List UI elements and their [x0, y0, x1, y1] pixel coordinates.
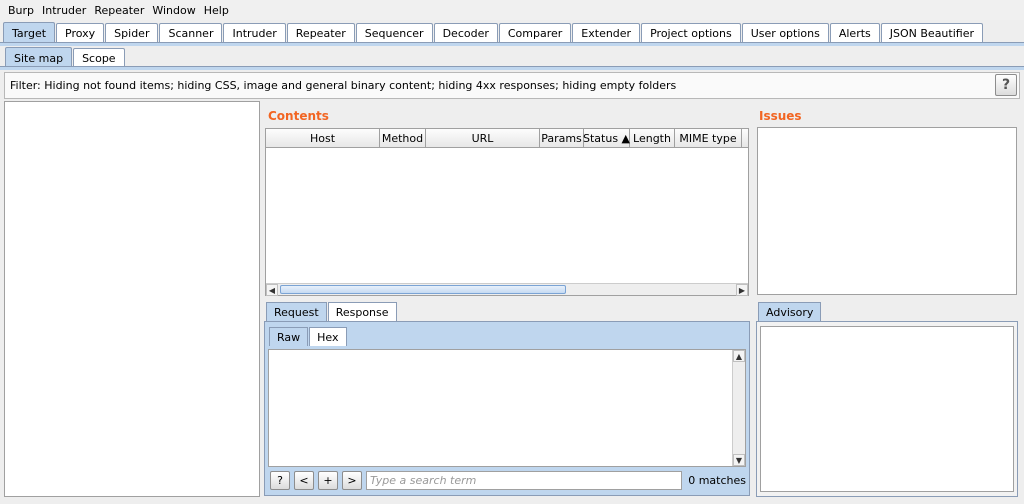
menu-repeater[interactable]: Repeater [90, 4, 148, 17]
issues-panel[interactable] [757, 127, 1017, 295]
col-host[interactable]: Host [266, 129, 380, 147]
message-text-area[interactable]: ▲ ▼ [268, 349, 746, 467]
horizontal-scrollbar[interactable]: ◀ ▶ [266, 283, 748, 296]
tab-json-beautifier[interactable]: JSON Beautifier [880, 23, 983, 43]
tab-advisory[interactable]: Advisory [758, 302, 822, 321]
tab-user-options[interactable]: User options [741, 23, 829, 43]
tab-site-map[interactable]: Site map [5, 47, 73, 68]
tab-project-options[interactable]: Project options [641, 23, 741, 43]
scroll-up-icon[interactable]: ▲ [733, 350, 745, 362]
scroll-right-icon[interactable]: ▶ [736, 284, 748, 296]
tab-sequencer[interactable]: Sequencer [355, 23, 433, 43]
scroll-left-icon[interactable]: ◀ [266, 284, 278, 296]
advisory-frame [756, 321, 1018, 497]
contents-title: Contents [268, 109, 329, 123]
tab-raw[interactable]: Raw [269, 327, 309, 346]
search-prev-button[interactable]: < [294, 471, 314, 490]
tab-comparer[interactable]: Comparer [498, 23, 572, 43]
tab-proxy[interactable]: Proxy [56, 23, 105, 43]
col-method[interactable]: Method [380, 129, 426, 147]
tab-target[interactable]: Target [3, 22, 56, 43]
col-length[interactable]: Length [630, 129, 675, 147]
scroll-down-icon[interactable]: ▼ [733, 454, 745, 466]
vertical-scrollbar[interactable]: ▲ ▼ [732, 350, 745, 466]
site-map-tree[interactable] [4, 101, 260, 497]
col-params[interactable]: Params [540, 129, 584, 147]
tab-alerts[interactable]: Alerts [829, 23, 880, 43]
reqresp-tab-bar: Request Response [266, 302, 398, 321]
filter-bar[interactable]: Filter: Hiding not found items; hiding C… [4, 72, 1020, 99]
search-help-button[interactable]: ? [270, 471, 290, 490]
tab-hex[interactable]: Hex [309, 327, 347, 346]
table-header: Host Method URL Params Status ▲ Length M… [266, 129, 748, 148]
sub-tab-bar: Site map Scope [5, 47, 126, 68]
menu-help[interactable]: Help [200, 4, 233, 17]
tab-intruder[interactable]: Intruder [223, 23, 286, 43]
menu-burp[interactable]: Burp [4, 4, 38, 17]
tab-extender[interactable]: Extender [572, 23, 641, 43]
tab-response[interactable]: Response [327, 302, 397, 321]
menu-intruder[interactable]: Intruder [38, 4, 90, 17]
col-mime-type[interactable]: MIME type [675, 129, 742, 147]
tab-scanner[interactable]: Scanner [159, 23, 223, 43]
search-next-button[interactable]: > [342, 471, 362, 490]
match-count: 0 matches [688, 474, 746, 487]
sub-tab-strip [0, 66, 1024, 70]
scroll-thumb[interactable] [280, 285, 566, 294]
filter-text: Filter: Hiding not found items; hiding C… [10, 79, 677, 92]
tab-repeater[interactable]: Repeater [286, 23, 355, 43]
main-tab-strip [0, 42, 1024, 46]
col-url[interactable]: URL [426, 129, 540, 147]
advisory-tab-bar: Advisory [758, 302, 822, 321]
view-tab-bar: Raw Hex [269, 327, 348, 346]
contents-table[interactable]: Host Method URL Params Status ▲ Length M… [265, 128, 749, 296]
menu-bar: Burp Intruder Repeater Window Help [0, 0, 1024, 20]
col-status[interactable]: Status ▲ [583, 129, 630, 147]
search-options-button[interactable]: + [318, 471, 338, 490]
tab-scope[interactable]: Scope [73, 48, 125, 68]
tab-spider[interactable]: Spider [105, 23, 159, 43]
tab-decoder[interactable]: Decoder [433, 23, 498, 43]
main-tab-bar: Target Proxy Spider Scanner Intruder Rep… [3, 22, 984, 43]
issues-title: Issues [759, 109, 802, 123]
search-input[interactable]: Type a search term [366, 471, 682, 490]
menu-window[interactable]: Window [148, 4, 199, 17]
tab-request[interactable]: Request [266, 302, 327, 321]
advisory-panel[interactable] [760, 326, 1014, 492]
help-button[interactable]: ? [995, 74, 1017, 96]
